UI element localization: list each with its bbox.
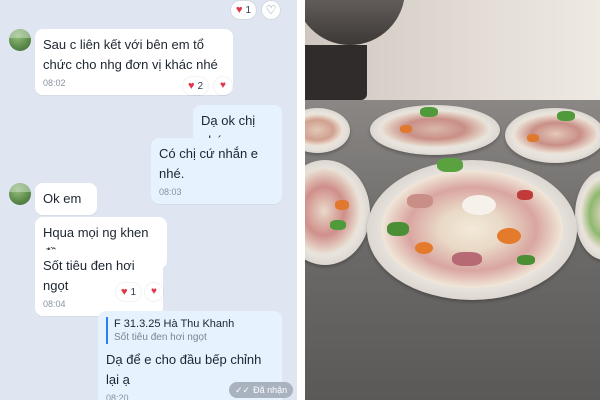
reaction-summary[interactable]: ♥ 1	[116, 283, 142, 301]
photo-burner	[305, 45, 367, 100]
message-text: Sau c liên kết với bên em tổ chức cho nh…	[43, 37, 218, 72]
message-bubble[interactable]: Ok em	[35, 183, 97, 215]
reaction-summary-top[interactable]: ♥ 1	[231, 1, 257, 19]
delivery-status: ✓✓ Đã nhận	[229, 382, 294, 398]
heart-outline-icon: ♡	[265, 3, 277, 17]
food-photo	[305, 0, 600, 400]
add-reaction-button[interactable]: ♡	[262, 1, 280, 19]
photo-plate	[505, 108, 600, 163]
photo-plate	[367, 158, 577, 300]
message-bubble[interactable]: Sốt tiêu đen hơi ngọt 08:04	[35, 250, 163, 316]
heart-icon: ♥	[220, 80, 226, 91]
quoted-author: F 31.3.25 Hà Thu Khanh	[114, 318, 235, 330]
heart-icon: ♥	[121, 285, 128, 298]
add-reaction-button[interactable]: ♥	[145, 283, 163, 301]
heart-icon: ♥	[151, 286, 157, 297]
add-reaction-button[interactable]: ♥	[214, 77, 232, 95]
message-time: 08:04	[43, 299, 66, 309]
message-time: 08:03	[159, 187, 182, 197]
chat-panel: ♥ 1 ♡ Sau c liên kết với bên em tổ chức …	[0, 0, 297, 400]
reaction-count: 1	[245, 4, 252, 16]
heart-icon: ♥	[236, 3, 243, 16]
message-bubble[interactable]: Có chị cứ nhắn e nhé. 08:03	[151, 138, 282, 204]
avatar[interactable]	[9, 183, 31, 205]
quoted-text: Sốt tiêu đen hơi ngọt	[114, 332, 207, 343]
photo-plate	[370, 105, 500, 155]
avatar[interactable]	[9, 29, 31, 51]
double-check-icon: ✓✓	[235, 385, 251, 395]
reaction-count: 1	[130, 286, 137, 298]
reaction-summary[interactable]: ♥ 2	[183, 77, 209, 95]
status-label: Đã nhận	[253, 385, 288, 395]
quoted-message[interactable]: F 31.3.25 Hà Thu Khanh Sốt tiêu đen hơi …	[106, 317, 274, 344]
message-text: Ok em	[43, 191, 82, 206]
reaction-count: 2	[197, 80, 204, 92]
message-text: Có chị cứ nhắn e nhé.	[159, 146, 259, 181]
heart-icon: ♥	[188, 79, 195, 92]
